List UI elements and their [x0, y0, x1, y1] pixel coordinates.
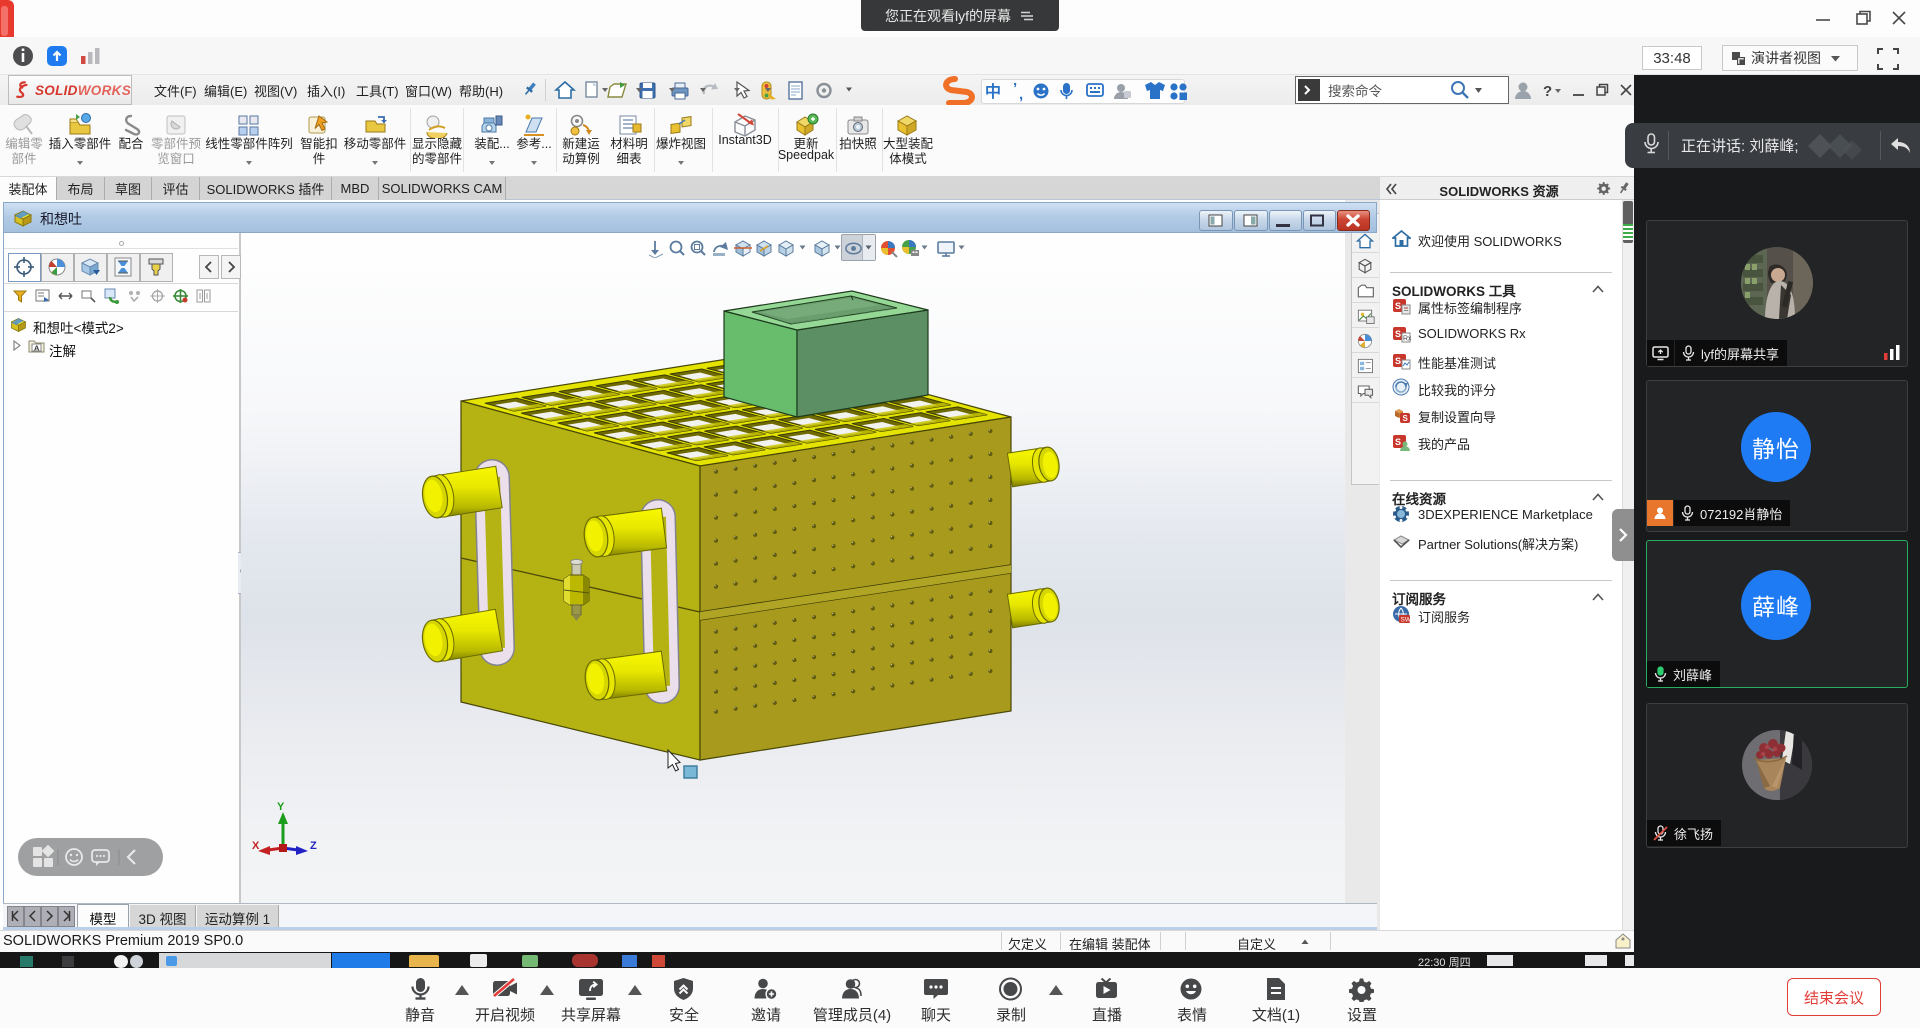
svg-text:S: S [1395, 356, 1401, 366]
svg-text:Z: Z [310, 840, 317, 852]
svg-text:S: S [1395, 301, 1401, 311]
svg-text:,: , [1019, 86, 1023, 103]
svg-text:S: S [1395, 329, 1401, 339]
svg-text:SW: SW [1401, 617, 1412, 624]
svg-text:中: 中 [985, 82, 1001, 101]
svg-text:Y: Y [277, 801, 285, 813]
svg-text:Rx: Rx [1403, 336, 1411, 343]
svg-text:A: A [34, 344, 40, 353]
svg-text:?: ? [1543, 83, 1552, 100]
svg-text:’: ’ [1013, 80, 1017, 97]
svg-text:S: S [1395, 437, 1401, 447]
svg-text:X: X [252, 840, 260, 852]
svg-text:S: S [1403, 414, 1409, 423]
